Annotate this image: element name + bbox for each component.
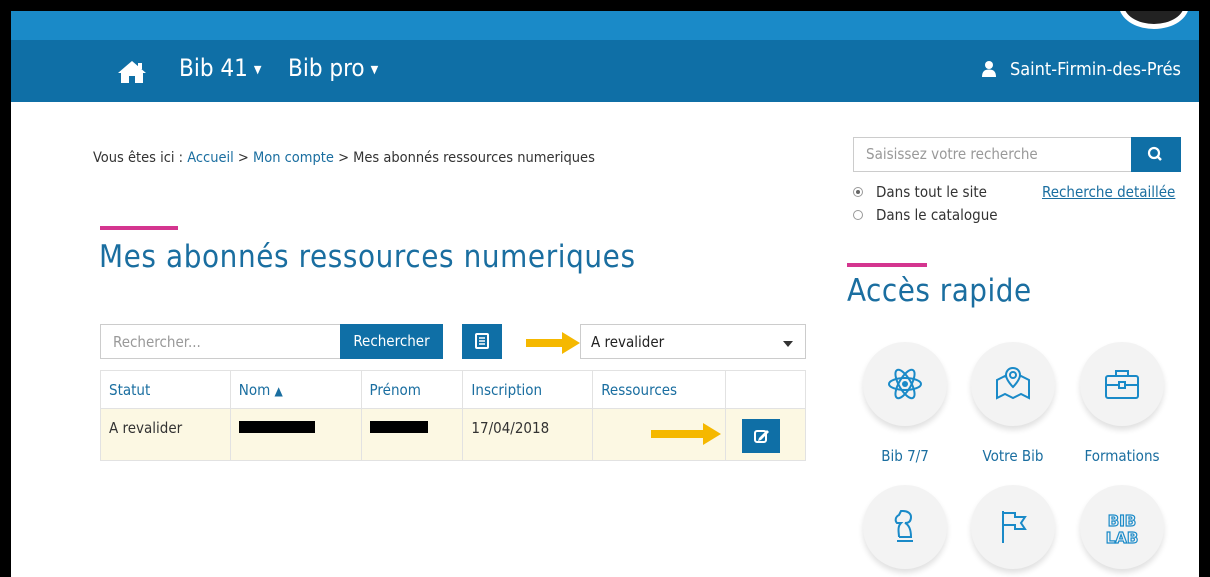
column-header-label: Nom xyxy=(238,380,271,399)
breadcrumb-link-home[interactable]: Accueil xyxy=(187,150,234,166)
user-icon xyxy=(981,61,996,82)
column-header-prenom[interactable]: Prénom xyxy=(360,370,464,409)
status-filter-select[interactable]: A revalider xyxy=(580,324,806,359)
briefcase-icon xyxy=(1105,370,1139,399)
search-icon xyxy=(1147,146,1162,161)
yellow-arrow-icon xyxy=(651,423,722,445)
cell-actions xyxy=(725,408,806,461)
column-header-inscription[interactable]: Inscription xyxy=(462,370,594,409)
search-input[interactable]: Rechercher... xyxy=(100,324,340,359)
radio-label: Dans le catalogue xyxy=(876,206,998,224)
user-menu[interactable]: Saint-Firmin-des-Prés xyxy=(981,59,1181,82)
nav-menu-bibpro-label: Bib pro xyxy=(288,54,365,82)
site-search-input[interactable]: Saisissez votre recherche xyxy=(853,137,1138,172)
nav-menu-bib41[interactable]: Bib 41 ▼ xyxy=(179,54,261,82)
map-pin-icon xyxy=(996,366,1030,400)
atom-icon xyxy=(888,368,922,400)
redacted-block xyxy=(238,421,315,433)
radio-option-catalogue[interactable]: Dans le catalogue xyxy=(853,206,998,224)
chess-knight-icon xyxy=(894,510,913,542)
table-header-row: Statut Nom ▲ Prénom Inscription Ressourc… xyxy=(100,370,806,409)
yellow-arrow-icon xyxy=(526,332,580,354)
cell-prenom xyxy=(360,408,464,461)
svg-text:LAB: LAB xyxy=(1106,529,1139,547)
tile-label: Formations xyxy=(1084,447,1160,465)
edit-button[interactable] xyxy=(742,419,781,453)
page-title: Mes abonnés ressources numeriques xyxy=(99,239,636,275)
cell-nom xyxy=(229,408,362,461)
breadcrumb-separator: > xyxy=(333,150,354,166)
main-navbar: Bib 41 ▼ Bib pro ▼ Saint-Firmin-des-Prés xyxy=(11,40,1199,102)
title-accent-bar xyxy=(100,226,178,230)
breadcrumb-prefix: Vous êtes ici : xyxy=(93,150,188,166)
column-header-label: Statut xyxy=(109,380,151,399)
tile-label: Bib 7/7 xyxy=(881,447,929,465)
redacted-block xyxy=(369,421,428,433)
site-search-button[interactable] xyxy=(1131,137,1181,172)
quick-access-bib77[interactable] xyxy=(863,342,947,426)
browser-page: Bib 41 ▼ Bib pro ▼ Saint-Firmin-des-Prés V… xyxy=(11,11,1199,577)
column-header-label: Prénom xyxy=(369,380,421,399)
search-button[interactable]: Rechercher xyxy=(340,324,443,359)
column-header-label: Ressources xyxy=(601,380,678,399)
breadcrumb-current: Mes abonnés ressources numeriques xyxy=(353,150,595,166)
flag-icon xyxy=(1002,511,1027,543)
sort-asc-icon: ▲ xyxy=(274,383,283,398)
breadcrumb-separator: > xyxy=(233,150,253,166)
column-header-statut[interactable]: Statut xyxy=(100,370,231,409)
cell-statut: A revalider xyxy=(100,408,231,461)
home-icon[interactable] xyxy=(117,60,147,84)
radio-button[interactable] xyxy=(853,187,863,197)
subscribers-table: Statut Nom ▲ Prénom Inscription Ressourc… xyxy=(100,370,806,461)
bib-lab-icon: BIBLAB xyxy=(1105,511,1139,547)
sidebar-title: Accès rapide xyxy=(847,273,1032,309)
column-header-ressources[interactable]: Ressources xyxy=(592,370,727,409)
quick-access-tile-6[interactable]: BIB LAB xyxy=(1080,485,1164,569)
list-icon xyxy=(475,333,489,349)
svg-text:BIB: BIB xyxy=(1108,512,1136,530)
column-header-label: Inscription xyxy=(471,380,543,399)
column-header-nom[interactable]: Nom ▲ xyxy=(229,370,362,409)
radio-label: Dans tout le site xyxy=(876,183,987,201)
cell-ressources xyxy=(592,408,727,461)
sidebar-accent-bar xyxy=(847,263,927,267)
dropdown-caret-icon xyxy=(783,341,793,347)
top-strip xyxy=(11,11,1199,40)
advanced-search-link[interactable]: Recherche detaillée xyxy=(1042,183,1175,201)
quick-access-votre-bib[interactable] xyxy=(971,342,1055,426)
edit-icon xyxy=(754,430,770,443)
table-row[interactable]: A revalider 17/04/2018 xyxy=(100,408,806,461)
user-name: Saint-Firmin-des-Prés xyxy=(1009,59,1181,80)
chevron-down-icon: ▼ xyxy=(370,62,379,76)
list-view-button[interactable] xyxy=(462,324,502,359)
chevron-down-icon: ▼ xyxy=(253,62,262,76)
radio-option-site[interactable]: Dans tout le site xyxy=(853,183,987,201)
quick-access-tile-4[interactable] xyxy=(863,485,947,569)
breadcrumb-link-account[interactable]: Mon compte xyxy=(253,150,334,166)
nav-menu-bib41-label: Bib 41 xyxy=(179,54,248,82)
quick-access-formations[interactable] xyxy=(1080,342,1164,426)
status-filter-value: A revalider xyxy=(591,333,665,351)
tile-label: Votre Bib xyxy=(982,447,1044,465)
nav-menu-bibpro[interactable]: Bib pro ▼ xyxy=(288,54,378,82)
column-header-actions xyxy=(725,370,806,409)
quick-access-tile-5[interactable] xyxy=(971,485,1055,569)
cell-inscription: 17/04/2018 xyxy=(462,408,594,461)
radio-button[interactable] xyxy=(853,210,863,220)
breadcrumb: Vous êtes ici : Accueil > Mon compte > M… xyxy=(93,150,595,166)
